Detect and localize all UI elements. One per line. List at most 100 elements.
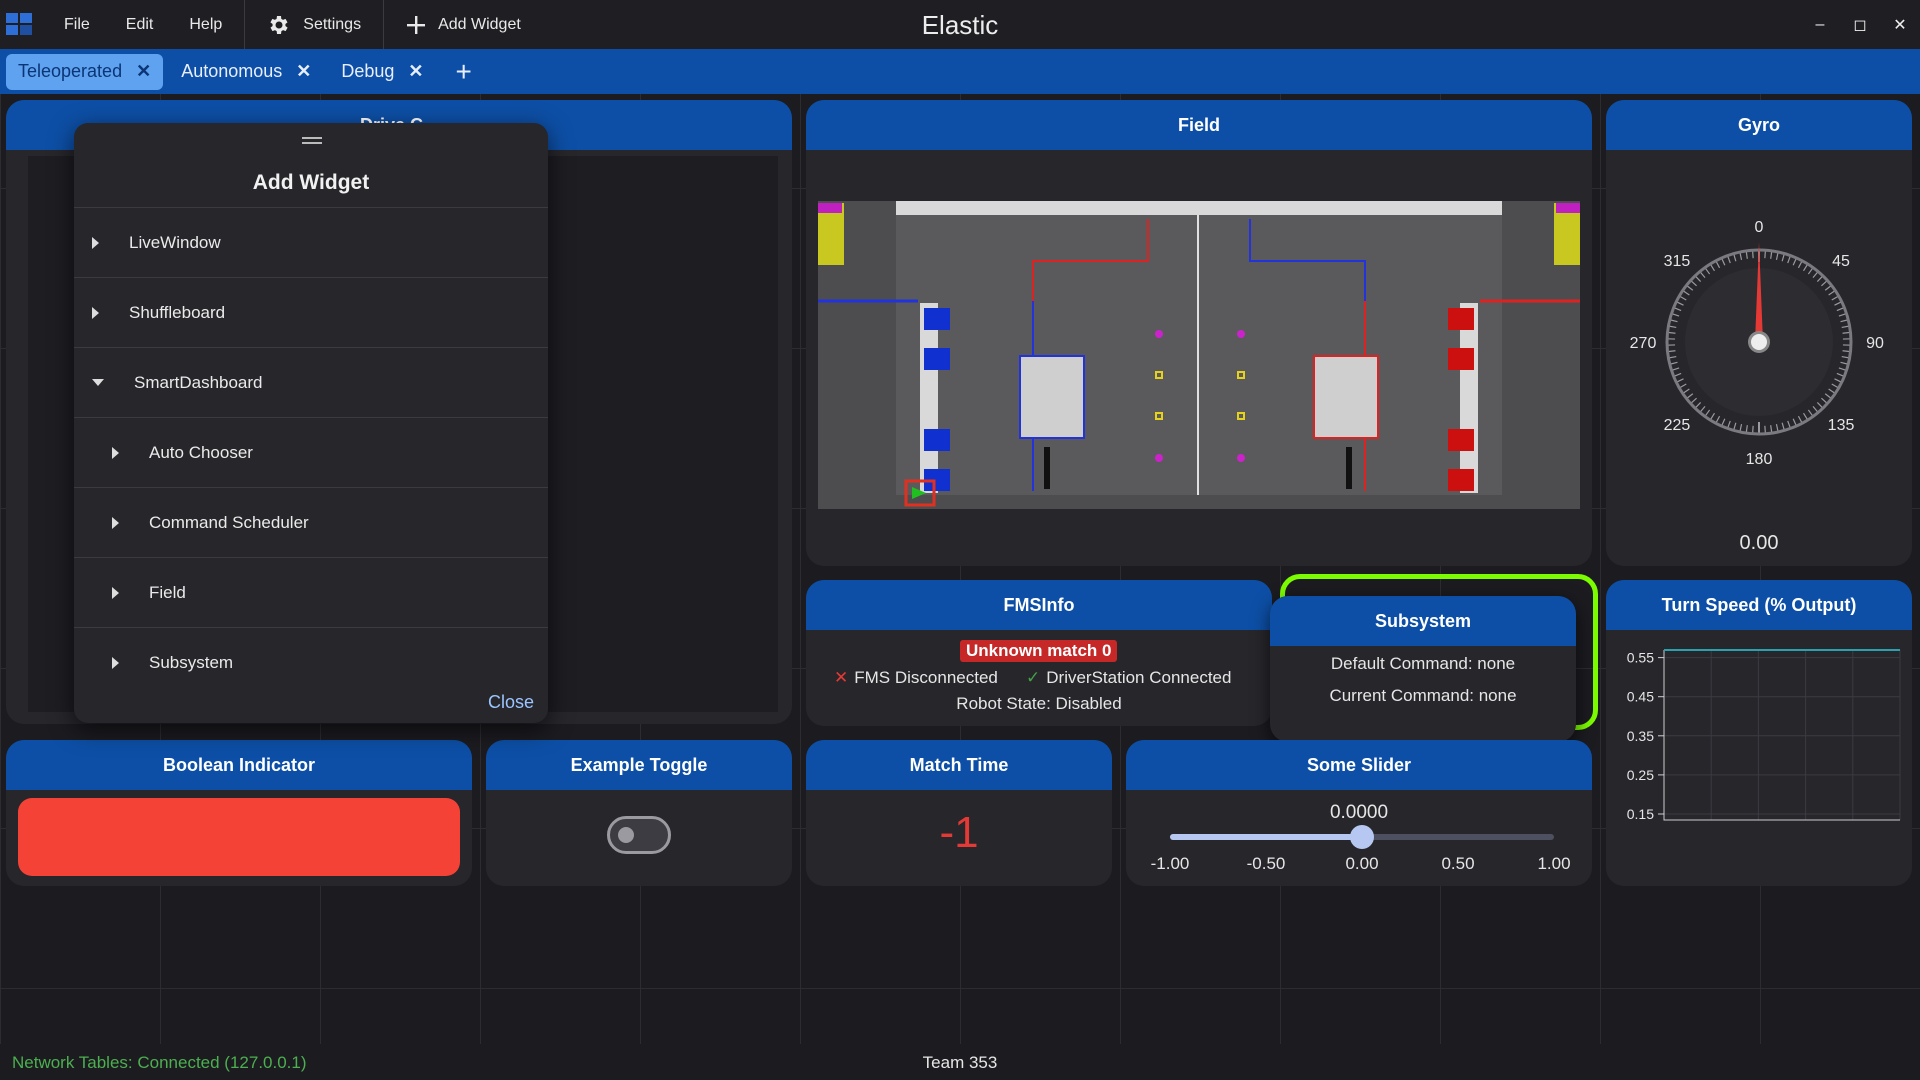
- chart-axis: [1663, 650, 1900, 821]
- fms-status: ✕ FMS Disconnected: [834, 668, 998, 688]
- menu-divider: [244, 0, 246, 49]
- slider-value: 0.0000: [1329, 802, 1389, 823]
- gyro-label: 135: [1828, 417, 1855, 434]
- tree-item[interactable]: SmartDashboard: [74, 347, 548, 417]
- network-status: Network Tables: Connected (127.0.0.1): [12, 1053, 307, 1072]
- x-icon: ✕: [834, 668, 849, 687]
- slider-track[interactable]: [1170, 825, 1554, 849]
- slider-tick-label: 0.00: [1345, 854, 1379, 873]
- tree-item-label: Command Scheduler: [149, 512, 309, 532]
- match-time-value: -1: [939, 808, 979, 857]
- slider-thumb[interactable]: [1350, 825, 1374, 849]
- fms-info-widget[interactable]: FMSInfo Unknown match 0 ✕ FMS Disconnect…: [806, 580, 1272, 726]
- gyro-dial: 0 45 90 135 180 225 270 315: [1630, 219, 1884, 468]
- slider-widget-header: Some Slider: [1126, 740, 1592, 790]
- tree-item-label: Subsystem: [149, 652, 234, 672]
- slider-tick-labels: -1.00 -0.50 0.00 0.50 1.00: [1126, 854, 1592, 878]
- tab-label: Debug: [341, 61, 395, 81]
- gear-icon: [270, 15, 288, 34]
- menu-help[interactable]: Help: [171, 0, 240, 49]
- toggle-widget-title: Example Toggle: [570, 754, 708, 775]
- close-tab-icon[interactable]: ✕: [408, 61, 423, 82]
- field-widget[interactable]: Field: [806, 100, 1592, 566]
- match-badge: Unknown match 0: [960, 640, 1118, 662]
- settings-label: Settings: [303, 15, 362, 33]
- close-tab-icon[interactable]: ✕: [136, 61, 151, 82]
- widget-tree: LiveWindow Shuffleboard SmartDashboard Auto…: [74, 207, 548, 697]
- tab-debug[interactable]: Debug ✕: [329, 54, 435, 90]
- add-tab-icon[interactable]: +: [442, 56, 486, 88]
- slider-widget-title: Some Slider: [1306, 754, 1412, 775]
- tab-label: Autonomous: [181, 61, 283, 81]
- add-widget-button[interactable]: Add Widget: [388, 0, 539, 49]
- gyro-widget-header: Gyro: [1606, 100, 1912, 150]
- toolbar-divider: [383, 0, 385, 49]
- close-tab-icon[interactable]: ✕: [296, 61, 311, 82]
- tree-item[interactable]: Shuffleboard: [74, 277, 548, 347]
- tree-item[interactable]: Auto Chooser: [74, 417, 548, 487]
- toggle-knob: [618, 827, 634, 843]
- ds-status: ✓ DriverStation Connected: [1026, 668, 1231, 688]
- boolean-indicator-widget[interactable]: Boolean Indicator: [6, 740, 472, 886]
- chevron-right-icon[interactable]: [112, 446, 119, 459]
- tab-label: Teleoperated: [18, 61, 123, 81]
- check-icon: ✓: [1026, 668, 1041, 687]
- slider-fill: [1170, 834, 1362, 840]
- tree-item-label: Field: [149, 582, 186, 602]
- maximize-button[interactable]: ◻: [1840, 0, 1880, 49]
- tree-item[interactable]: Field: [74, 557, 548, 627]
- match-time-widget[interactable]: Match Time -1: [806, 740, 1112, 886]
- chart-y-tick-label: 0.35: [1627, 728, 1654, 744]
- add-widget-label: Add Widget: [438, 15, 521, 33]
- slider-tick-label: -1.00: [1150, 854, 1190, 873]
- gyro-label: 0: [1755, 219, 1764, 236]
- gyro-widget[interactable]: Gyro 0 45 90 135 180 225 270 315 0.00: [1606, 100, 1912, 566]
- tree-item[interactable]: Command Scheduler: [74, 487, 548, 557]
- chevron-right-icon[interactable]: [112, 586, 119, 599]
- tab-autonomous[interactable]: Autonomous ✕: [169, 54, 323, 90]
- subsystem-widget-header: Subsystem: [1270, 596, 1576, 646]
- subsystem-widget-title: Subsystem: [1374, 610, 1472, 631]
- chevron-right-icon[interactable]: [92, 306, 99, 319]
- field-widget-header: Field: [806, 100, 1592, 150]
- settings-button[interactable]: Settings: [249, 0, 379, 49]
- dialog-close-button[interactable]: Close: [488, 692, 534, 713]
- chart-y-tick-label: 0.55: [1627, 650, 1654, 666]
- drag-handle-icon[interactable]: [302, 137, 322, 144]
- chevron-right-icon[interactable]: [92, 236, 99, 249]
- tree-item[interactable]: LiveWindow: [74, 207, 548, 277]
- tree-item-label: LiveWindow: [129, 232, 221, 252]
- tree-item-label: Auto Chooser: [149, 442, 253, 462]
- match-time-header: Match Time: [806, 740, 1112, 790]
- turn-speed-widget[interactable]: Turn Speed (% Output) 0.55 0.45 0.35 0.25 0.…: [1606, 580, 1912, 886]
- chevron-down-icon[interactable]: [92, 379, 104, 386]
- gyro-label: 45: [1832, 253, 1850, 270]
- menu-edit[interactable]: Edit: [108, 0, 172, 49]
- close-window-button[interactable]: ✕: [1880, 0, 1920, 49]
- match-time-title: Match Time: [909, 754, 1009, 775]
- field-widget-title: Field: [1177, 114, 1220, 135]
- gyro-label: 270: [1630, 335, 1657, 352]
- chevron-right-icon[interactable]: [112, 656, 119, 669]
- subsystem-widget[interactable]: Subsystem Default Command: none Current …: [1270, 596, 1576, 742]
- tree-item-label: Shuffleboard: [129, 302, 226, 322]
- tree-item-label: SmartDashboard: [134, 372, 263, 392]
- some-slider-widget[interactable]: Some Slider 0.0000 -1.00 -0.50 0.00 0.50 1.0…: [1126, 740, 1592, 886]
- tree-item[interactable]: Subsystem: [74, 627, 548, 697]
- menu-file[interactable]: File: [46, 0, 108, 49]
- chart-y-tick-label: 0.25: [1627, 767, 1654, 783]
- minimize-button[interactable]: –: [1800, 0, 1840, 49]
- chevron-right-icon[interactable]: [112, 516, 119, 529]
- title-bar: File Edit Help Settings Add Widget Elast…: [0, 0, 1920, 49]
- turn-speed-header: Turn Speed (% Output): [1606, 580, 1912, 630]
- tab-teleoperated[interactable]: Teleoperated ✕: [6, 53, 164, 90]
- example-toggle-widget[interactable]: Example Toggle: [486, 740, 792, 886]
- gyro-label: 225: [1664, 417, 1691, 434]
- gyro-label: 90: [1866, 335, 1884, 352]
- ds-connection-text: DriverStation Connected: [1046, 668, 1232, 687]
- gyro-label: 315: [1664, 253, 1691, 270]
- chart-y-tick-label: 0.15: [1627, 806, 1654, 822]
- app-logo-icon: [2, 7, 38, 43]
- example-toggle-switch[interactable]: [607, 816, 671, 854]
- robot-state: Robot State: Disabled: [956, 694, 1122, 713]
